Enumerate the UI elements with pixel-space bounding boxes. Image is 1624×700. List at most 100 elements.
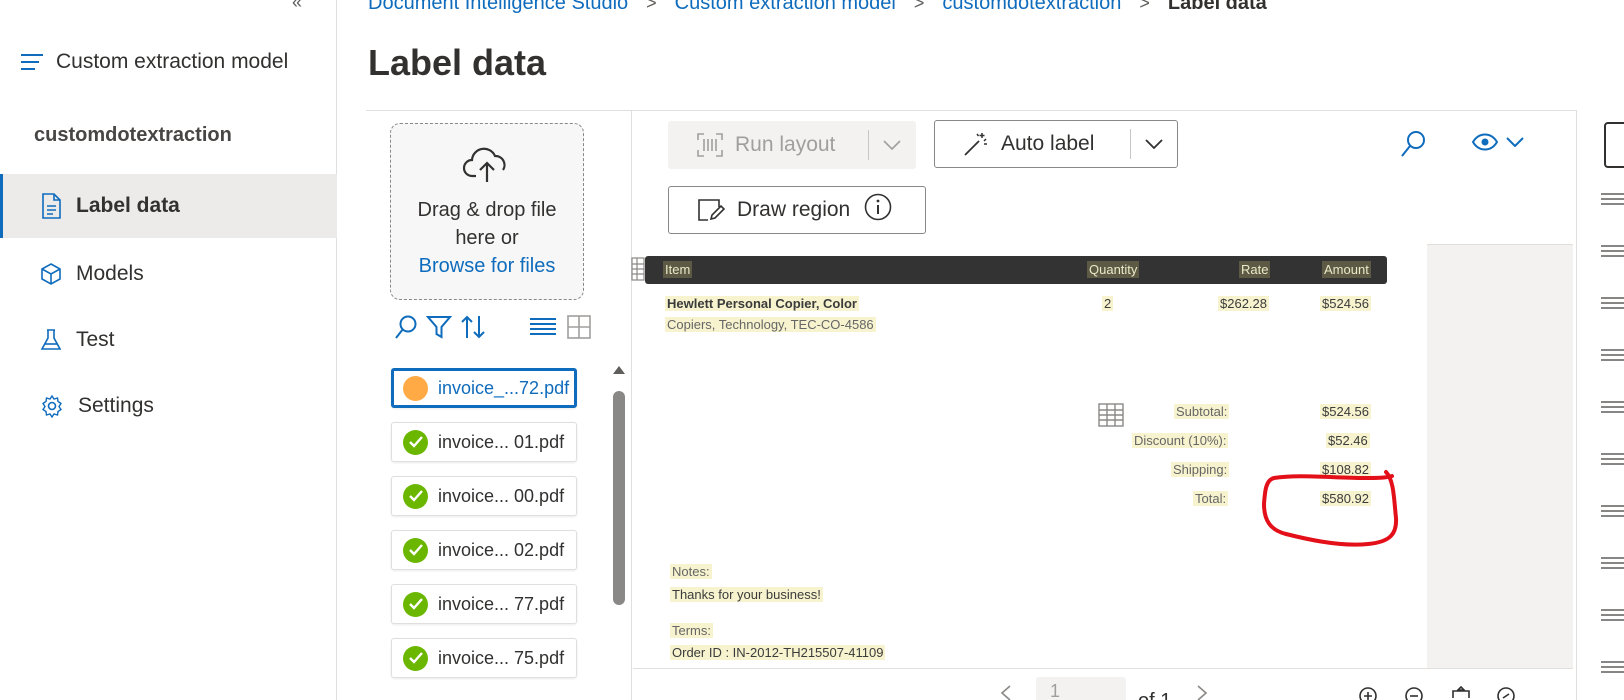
drag-handle-icon[interactable] bbox=[1601, 452, 1624, 471]
list-view-icon[interactable] bbox=[528, 314, 558, 340]
breadcrumb-project[interactable]: customdotextraction bbox=[942, 0, 1121, 15]
file-item[interactable]: invoice... 00.pdf bbox=[391, 476, 577, 516]
nav-item-label: Test bbox=[76, 328, 115, 351]
nav-item-test[interactable]: Test bbox=[0, 308, 337, 372]
search-icon[interactable] bbox=[394, 314, 418, 340]
file-name: invoice... 02.pdf bbox=[438, 539, 565, 560]
discount-value[interactable]: $52.46 bbox=[1326, 433, 1370, 448]
drag-handle-icon[interactable] bbox=[1601, 504, 1624, 523]
checkmark-icon bbox=[403, 537, 428, 563]
file-item[interactable]: invoice_...72.pdf bbox=[391, 368, 577, 408]
subtotal-value[interactable]: $524.56 bbox=[1320, 404, 1371, 419]
collapse-nav-button[interactable]: « bbox=[292, 0, 302, 13]
sort-icon[interactable] bbox=[460, 314, 486, 340]
grid-view-icon[interactable] bbox=[566, 314, 592, 340]
file-dropzone[interactable]: Drag & drop file here or Browse for file… bbox=[390, 123, 584, 300]
invoice-table-header: Item Quantity Rate Amount bbox=[645, 256, 1387, 284]
fit-page-icon[interactable] bbox=[1450, 685, 1472, 700]
drag-handle-icon[interactable] bbox=[1601, 296, 1624, 315]
rotate-icon[interactable] bbox=[1496, 686, 1516, 700]
scroll-up-arrow[interactable] bbox=[613, 366, 625, 374]
shipping-label[interactable]: Shipping: bbox=[1171, 462, 1230, 477]
drag-handle-icon[interactable] bbox=[1601, 244, 1624, 263]
run-layout-button[interactable]: Run layout bbox=[668, 121, 916, 169]
drag-handle-icon[interactable] bbox=[1601, 556, 1624, 575]
eye-icon bbox=[1472, 133, 1498, 151]
draw-region-button[interactable]: Draw region bbox=[668, 186, 926, 234]
file-item[interactable]: invoice... 77.pdf bbox=[391, 584, 577, 624]
table-icon[interactable] bbox=[631, 257, 645, 286]
gear-icon bbox=[42, 394, 62, 418]
file-item[interactable]: invoice... 01.pdf bbox=[391, 422, 577, 462]
info-icon[interactable] bbox=[864, 193, 892, 227]
discount-label[interactable]: Discount (10%): bbox=[1132, 433, 1229, 448]
view-options-button[interactable] bbox=[1472, 133, 1524, 151]
page-title: Label data bbox=[368, 42, 547, 83]
total-label[interactable]: Total: bbox=[1193, 491, 1229, 506]
dropzone-line1: Drag & drop file bbox=[417, 199, 557, 221]
add-field-button[interactable] bbox=[1604, 122, 1624, 168]
order-id[interactable]: Order ID : IN-2012-TH215507-41109 bbox=[670, 645, 886, 660]
nav-item-label: Models bbox=[76, 262, 144, 285]
search-document-icon[interactable] bbox=[1400, 130, 1426, 163]
prev-page-icon[interactable] bbox=[1000, 684, 1012, 700]
header-amount[interactable]: Amount bbox=[1322, 261, 1371, 278]
table-icon[interactable] bbox=[1098, 403, 1124, 432]
file-name: invoice... 77.pdf bbox=[438, 593, 565, 614]
file-item[interactable]: invoice... 02.pdf bbox=[391, 530, 577, 570]
filter-icon[interactable] bbox=[426, 314, 452, 340]
chevron-down-icon[interactable] bbox=[869, 140, 915, 150]
drag-handle-icon[interactable] bbox=[1601, 348, 1624, 367]
drag-handle-icon[interactable] bbox=[1601, 608, 1624, 627]
item-detail[interactable]: Copiers, Technology, TEC-CO-4586 bbox=[665, 317, 876, 332]
draw-region-label: Draw region bbox=[737, 198, 851, 221]
run-layout-label: Run layout bbox=[735, 133, 836, 156]
item-rate[interactable]: $262.28 bbox=[1218, 296, 1269, 311]
breadcrumb-current: Label data bbox=[1167, 0, 1267, 14]
breadcrumb-separator: > bbox=[646, 0, 657, 13]
zoom-out-icon[interactable] bbox=[1404, 686, 1424, 700]
breadcrumb-custom-model[interactable]: Custom extraction model bbox=[675, 0, 896, 15]
breadcrumb-separator: > bbox=[1139, 0, 1150, 13]
terms-label[interactable]: Terms: bbox=[670, 623, 713, 638]
magic-wand-icon bbox=[963, 131, 989, 157]
file-name: invoice... 00.pdf bbox=[438, 485, 565, 506]
item-amount[interactable]: $524.56 bbox=[1320, 296, 1371, 311]
file-tools bbox=[394, 314, 600, 340]
header-rate[interactable]: Rate bbox=[1239, 261, 1271, 278]
red-circle-annotation bbox=[1254, 468, 1406, 555]
nav-item-models[interactable]: Models bbox=[0, 242, 337, 306]
flask-icon bbox=[40, 329, 62, 350]
page-count: of 1 bbox=[1138, 690, 1171, 700]
file-item[interactable]: invoice... 75.pdf bbox=[391, 638, 577, 678]
subtotal-label[interactable]: Subtotal: bbox=[1174, 404, 1230, 419]
drag-handle-icon[interactable] bbox=[1601, 400, 1624, 419]
zoom-in-icon[interactable] bbox=[1358, 686, 1378, 700]
nav-title[interactable]: Custom extraction model bbox=[20, 50, 288, 74]
auto-label-text: Auto label bbox=[1001, 132, 1095, 155]
chevron-down-icon bbox=[1506, 137, 1524, 147]
breadcrumb-separator: > bbox=[913, 0, 925, 13]
header-quantity[interactable]: Quantity bbox=[1087, 261, 1140, 278]
page-number-input[interactable]: 1 bbox=[1036, 677, 1126, 700]
nav-item-label-data[interactable]: Label data bbox=[0, 174, 337, 238]
notes-label[interactable]: Notes: bbox=[670, 564, 712, 579]
nav-item-settings[interactable]: Settings bbox=[0, 374, 337, 438]
drag-handle-icon[interactable] bbox=[1601, 660, 1624, 679]
item-quantity[interactable]: 2 bbox=[1102, 296, 1114, 311]
next-page-icon[interactable] bbox=[1196, 684, 1208, 700]
chevron-down-icon[interactable] bbox=[1131, 139, 1177, 149]
barcode-scan-icon bbox=[697, 133, 723, 157]
checkmark-icon bbox=[403, 483, 428, 509]
breadcrumb: Document Intelligence Studio > Custom ex… bbox=[368, 0, 1267, 15]
file-list-scrollbar[interactable] bbox=[613, 391, 625, 605]
breadcrumb-studio[interactable]: Document Intelligence Studio bbox=[368, 0, 628, 15]
dropzone-line2: here or bbox=[455, 227, 519, 249]
header-item[interactable]: Item bbox=[663, 261, 693, 278]
auto-label-button[interactable]: Auto label bbox=[934, 120, 1178, 168]
project-name: customdotextraction bbox=[34, 124, 232, 146]
drag-handle-icon[interactable] bbox=[1601, 192, 1624, 211]
browse-files-link[interactable]: Browse for files bbox=[391, 252, 583, 280]
item-name[interactable]: Hewlett Personal Copier, Color bbox=[665, 296, 859, 311]
notes-text[interactable]: Thanks for your business! bbox=[670, 587, 823, 602]
